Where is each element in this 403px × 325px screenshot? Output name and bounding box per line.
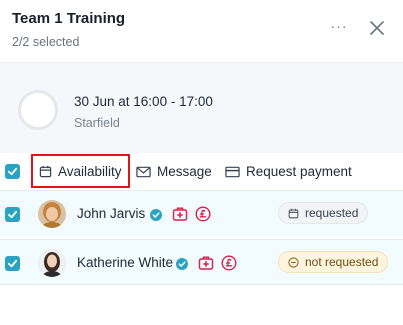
table-row: Katherine White not requested: [0, 239, 403, 285]
close-icon: [370, 21, 384, 35]
action-toolbar: Availability Message Request payment: [0, 153, 403, 190]
more-button[interactable]: ···: [330, 18, 348, 34]
person-name[interactable]: Katherine White: [77, 255, 173, 270]
panel-header: Team 1 Training 2/2 selected ···: [0, 0, 403, 62]
pound-icon: [221, 255, 237, 271]
avatar: [38, 249, 66, 277]
select-all-checkbox[interactable]: [5, 164, 20, 179]
loading-spinner: [18, 90, 58, 130]
row-checkbox[interactable]: [5, 256, 20, 271]
panel-title: Team 1 Training: [12, 10, 126, 27]
check-icon: [7, 167, 18, 176]
card-icon: [225, 166, 240, 177]
verified-icon: [150, 209, 162, 221]
request-payment-button[interactable]: Request payment: [225, 153, 352, 190]
row-checkbox[interactable]: [5, 207, 20, 222]
availability-button[interactable]: Availability: [31, 154, 130, 188]
event-time: 30 Jun at 16:00 - 17:00: [74, 94, 213, 109]
table-row: John Jarvis requested: [0, 190, 403, 236]
request-payment-label: Request payment: [246, 164, 352, 179]
verified-icon: [176, 258, 188, 270]
status-label: not requested: [305, 255, 379, 269]
envelope-icon: [136, 166, 151, 177]
avatar-photo: [38, 200, 66, 228]
person-name[interactable]: John Jarvis: [77, 206, 145, 221]
status-label: requested: [305, 206, 359, 220]
check-icon: [7, 210, 18, 219]
more-icon: ···: [330, 18, 348, 34]
event-card: 30 Jun at 16:00 - 17:00 Starfield: [0, 62, 403, 153]
status-badge: requested: [278, 202, 369, 224]
message-label: Message: [157, 164, 212, 179]
first-aid-icon: [198, 256, 214, 270]
message-button[interactable]: Message: [136, 153, 212, 190]
avatar-photo: [38, 249, 66, 277]
calendar-icon: [39, 165, 52, 177]
availability-label: Availability: [58, 163, 122, 179]
calendar-icon: [288, 208, 299, 218]
selection-count: 2/2 selected: [12, 35, 80, 49]
status-badge: not requested: [278, 251, 389, 273]
pound-icon: [195, 206, 211, 222]
event-location: Starfield: [74, 116, 120, 130]
minus-circle-icon: [288, 256, 299, 268]
first-aid-icon: [172, 207, 188, 221]
check-icon: [7, 259, 18, 268]
close-button[interactable]: [369, 20, 385, 36]
avatar: [38, 200, 66, 228]
